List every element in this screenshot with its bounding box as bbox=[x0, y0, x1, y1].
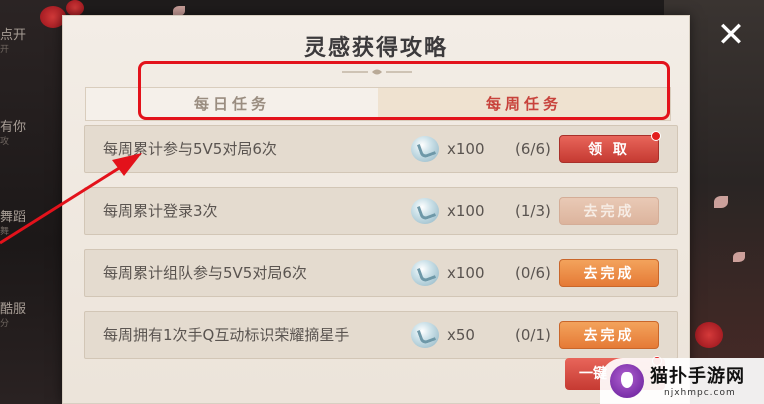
annotation-arrow-icon bbox=[0, 153, 142, 245]
watermark-title: 猫扑手游网 bbox=[650, 366, 745, 387]
cat-logo-icon bbox=[610, 364, 644, 398]
watermark-url: njxhmpc.com bbox=[664, 388, 736, 398]
site-watermark: 猫扑手游网 njxhmpc.com bbox=[600, 358, 764, 404]
